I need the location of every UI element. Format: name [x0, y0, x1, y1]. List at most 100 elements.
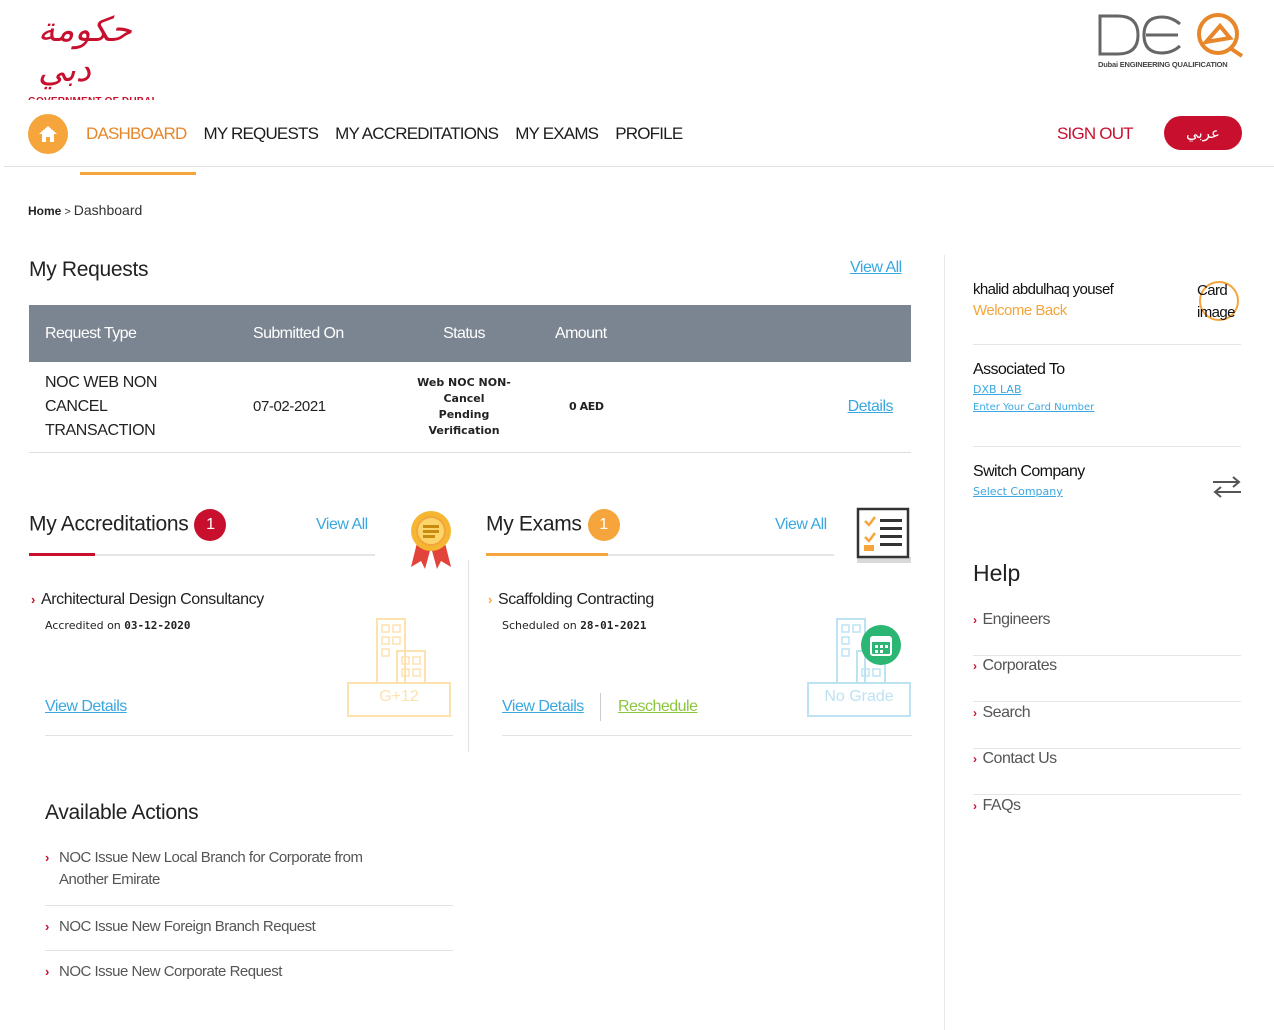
link-separator	[600, 693, 601, 721]
request-details-link[interactable]: Details	[848, 398, 894, 415]
exam-item-title: Scaffolding Contracting	[497, 591, 654, 608]
accreditations-card: My Accreditations 1 View All › Architectur…	[29, 505, 459, 755]
accreditation-view-details-link[interactable]: View Details	[45, 698, 127, 716]
enter-card-number-link[interactable]: Enter Your Card Number	[973, 402, 1241, 413]
help-item-search[interactable]: › Search	[973, 702, 1241, 749]
main-navbar: DASHBOARD MY REQUESTS MY ACCREDITATIONS …	[4, 100, 1274, 175]
help-item-label: Corporates	[982, 657, 1058, 674]
breadcrumb-separator: >	[64, 206, 71, 218]
amount-cell: 0 AED	[539, 362, 730, 453]
exams-card: My Exams 1 View All › Scaffolding Contract…	[486, 505, 916, 755]
exam-checklist-icon	[856, 507, 911, 563]
sign-out-link[interactable]: SIGN OUT	[1057, 124, 1134, 144]
exams-view-all-link[interactable]: View All	[775, 516, 827, 534]
profile-sidebar: khalid abdulhaq yousef Welcome Back Card…	[944, 255, 1274, 1030]
chevron-right-icon: ›	[973, 659, 977, 673]
home-icon	[39, 126, 57, 142]
exams-count-badge: 1	[587, 509, 620, 541]
action-item-label: NOC Issue New Corporate Request	[59, 963, 282, 980]
help-title: Help	[973, 560, 1021, 586]
language-toggle-button[interactable]: عربي	[1164, 116, 1242, 150]
action-item-label-line1: NOC Issue New Local Branch for Corporate…	[59, 849, 363, 866]
details-cell: Details	[729, 362, 911, 453]
exams-title-row: My Exams 1	[486, 509, 620, 541]
associated-to-label: Associated To	[973, 361, 1065, 378]
home-button[interactable]	[28, 114, 68, 154]
action-item-corporate-request[interactable]: › NOC Issue New Corporate Request	[45, 961, 453, 991]
select-company-link[interactable]: Select Company	[973, 485, 1241, 498]
exams-title-accent	[486, 553, 608, 556]
column-header-amount: Amount	[539, 305, 730, 362]
chevron-right-icon: ›	[973, 613, 977, 627]
accreditations-view-all-link[interactable]: View All	[316, 516, 368, 534]
request-type-cell: NOC WEB NON CANCEL TRANSACTION	[29, 362, 237, 453]
nav-item-profile[interactable]: PROFILE	[615, 124, 683, 144]
action-item-local-branch[interactable]: › NOC Issue New Local Branch for Corpora…	[45, 847, 453, 906]
breadcrumb-home[interactable]: Home	[28, 204, 61, 218]
user-card-image[interactable]: Card image	[1197, 279, 1241, 323]
exams-title: My Exams	[486, 512, 582, 536]
chevron-right-icon: ›	[31, 592, 35, 607]
requests-table: Request Type Submitted On Status Amount …	[29, 305, 911, 453]
status-line1: Web NOC NON-Cancel	[417, 375, 511, 405]
associated-company-link[interactable]: DXB LAB	[973, 383, 1241, 396]
chevron-right-icon: ›	[488, 592, 492, 607]
help-item-engineers[interactable]: › Engineers	[973, 609, 1241, 656]
nav-item-my-requests[interactable]: MY REQUESTS	[204, 124, 319, 144]
chevron-right-icon: ›	[45, 919, 49, 934]
accreditations-title-row: My Accreditations 1	[29, 509, 227, 541]
switch-arrows-icon[interactable]	[1211, 475, 1243, 499]
accreditation-item-title-row[interactable]: › Architectural Design Consultancy	[31, 591, 264, 609]
help-item-label: Contact Us	[982, 750, 1058, 767]
accreditation-item-divider	[45, 735, 453, 736]
exam-item-title-row[interactable]: › Scaffolding Contracting	[488, 591, 654, 609]
accreditations-title-accent	[29, 553, 95, 556]
exam-item-date-row: Scheduled on 28-01-2021	[502, 619, 654, 632]
available-actions-title: Available Actions	[45, 801, 199, 824]
chevron-right-icon: ›	[973, 799, 977, 813]
table-row: NOC WEB NON CANCEL TRANSACTION 07-02-202…	[29, 362, 911, 453]
column-header-submitted-on: Submitted On	[237, 305, 389, 362]
help-item-faqs[interactable]: › FAQs	[973, 795, 1241, 842]
building-grade-label: G+12	[379, 688, 419, 705]
help-item-label: Engineers	[982, 611, 1051, 628]
gov-logo-arabic-text: حكومة دبي	[38, 10, 133, 90]
deq-logo-mark-icon	[1098, 13, 1244, 58]
column-header-actions	[729, 305, 911, 362]
nav-item-dashboard[interactable]: DASHBOARD	[86, 124, 187, 144]
accreditation-item: › Architectural Design Consultancy Accred…	[31, 591, 264, 632]
submitted-on-cell: 07-02-2021	[237, 362, 389, 453]
accredited-on-label: Accredited on	[45, 619, 121, 632]
requests-table-header: Request Type Submitted On Status Amount	[29, 305, 911, 362]
deq-logo[interactable]: Dubai ENGINEERING QUALIFICATION	[1096, 8, 1246, 72]
action-item-label-line2: Another Emirate	[59, 871, 160, 888]
scheduled-on-label: Scheduled on	[502, 619, 577, 632]
requests-view-all-link[interactable]: View All	[850, 259, 902, 277]
accreditation-item-date-row: Accredited on 03-12-2020	[45, 619, 264, 632]
nav-menu: DASHBOARD MY REQUESTS MY ACCREDITATIONS …	[86, 124, 699, 144]
action-item-foreign-branch[interactable]: › NOC Issue New Foreign Branch Request	[45, 916, 453, 951]
breadcrumb-current: Dashboard	[73, 202, 143, 218]
nav-item-my-exams[interactable]: MY EXAMS	[515, 124, 599, 144]
reschedule-link[interactable]: Reschedule	[618, 698, 698, 716]
breadcrumb: Home > Dashboard	[28, 202, 142, 218]
column-header-status: Status	[389, 305, 539, 362]
nav-item-my-accreditations[interactable]: MY ACCREDITATIONS	[335, 124, 499, 144]
exam-view-details-link[interactable]: View Details	[502, 698, 584, 716]
help-item-contact-us[interactable]: › Contact Us	[973, 748, 1241, 795]
cards-vertical-divider	[468, 560, 469, 752]
column-header-request-type: Request Type	[29, 305, 237, 362]
award-ribbon-icon	[411, 511, 451, 569]
card-image-alt-text: Card image	[1197, 282, 1235, 321]
exam-item: › Scaffolding Contracting Scheduled on 28…	[488, 591, 654, 632]
header: حكومة دبي GOVERNMENT OF DUBAI Dubai ENGI…	[0, 0, 1274, 107]
user-profile-block: khalid abdulhaq yousef Welcome Back Card…	[973, 281, 1241, 345]
government-of-dubai-logo[interactable]: حكومة دبي GOVERNMENT OF DUBAI	[28, 10, 188, 107]
my-requests-title: My Requests	[29, 258, 149, 281]
help-item-corporates[interactable]: › Corporates	[973, 655, 1241, 702]
chevron-right-icon: ›	[973, 706, 977, 720]
request-type-line2: TRANSACTION	[45, 421, 156, 439]
request-type-line1: NOC WEB NON CANCEL	[45, 373, 158, 415]
chevron-right-icon: ›	[45, 850, 49, 865]
accreditations-title: My Accreditations	[29, 512, 189, 536]
